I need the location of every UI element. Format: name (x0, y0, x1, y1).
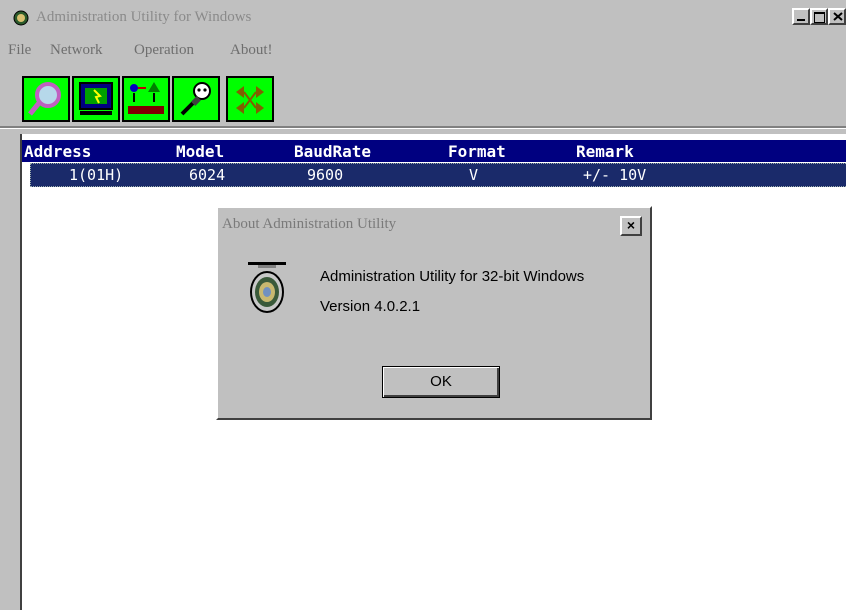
title-bar: Administration Utility for Windows (0, 0, 846, 36)
dialog-product-name: Administration Utility for 32-bit Window… (320, 268, 585, 285)
column-header-format[interactable]: Format (448, 142, 506, 161)
dialog-close-button[interactable]: × (620, 216, 642, 236)
menu-bar: File Network Operation About! (0, 36, 846, 64)
menu-file[interactable]: File (8, 42, 31, 59)
search-icon (28, 82, 61, 116)
column-header-model[interactable]: Model (176, 142, 224, 161)
table-row[interactable]: 1(01H) 6024 9600 V +/- 10V (30, 163, 846, 187)
toolbar-search-button[interactable] (22, 76, 70, 122)
toolbar-separator (0, 126, 846, 129)
cell-baudrate: 9600 (307, 166, 344, 184)
app-logo-icon (248, 262, 286, 313)
ok-button[interactable]: OK (382, 366, 500, 398)
cell-model: 6024 (189, 166, 226, 184)
monitor-icon (79, 82, 113, 115)
close-window-button[interactable] (828, 8, 846, 25)
window-title: Administration Utility for Windows (36, 9, 252, 25)
column-header-address[interactable]: Address (24, 142, 91, 161)
about-dialog: About Administration Utility × Administr… (216, 206, 652, 420)
cell-address: 1(01H) (69, 166, 124, 184)
toolbar-network-button[interactable] (122, 76, 170, 122)
list-header: Address Model BaudRate Format Remark (22, 140, 846, 162)
minimize-button[interactable] (792, 8, 810, 25)
dialog-title: About Administration Utility (222, 216, 397, 232)
arrows-icon (236, 86, 264, 114)
menu-network[interactable]: Network (50, 42, 103, 59)
dialog-version: Version 4.0.2.1 (320, 298, 421, 315)
menu-about[interactable]: About! (230, 42, 273, 59)
maximize-button[interactable] (810, 8, 828, 25)
toolbar-transfer-button[interactable] (226, 76, 274, 122)
plug-icon (180, 82, 211, 116)
maximize-icon (814, 12, 825, 23)
toolbar-connect-button[interactable] (172, 76, 220, 122)
network-map-icon (128, 82, 164, 114)
menu-operation[interactable]: Operation (134, 42, 194, 59)
column-header-baudrate[interactable]: BaudRate (294, 142, 371, 161)
toolbar (0, 64, 846, 126)
app-icon (13, 10, 29, 26)
minimize-icon (797, 19, 805, 21)
column-header-remark[interactable]: Remark (576, 142, 634, 161)
close-icon (833, 12, 843, 21)
close-icon: × (626, 217, 636, 233)
cell-remark: +/- 10V (583, 166, 647, 184)
toolbar-monitor-button[interactable] (72, 76, 120, 122)
cell-format: V (469, 166, 479, 184)
